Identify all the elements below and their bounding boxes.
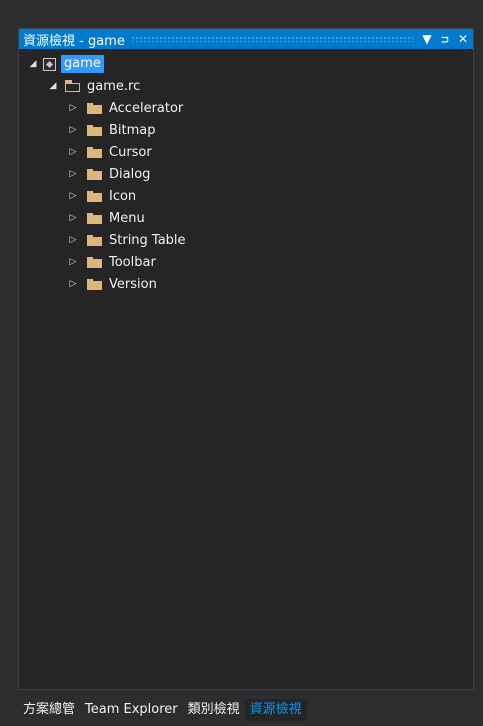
resource-file-icon bbox=[65, 80, 81, 92]
chevron-down-icon[interactable]: ▼ bbox=[419, 31, 435, 47]
tab-resource-view[interactable]: 資源檢視 bbox=[244, 699, 307, 721]
bottom-tab-strip: 方案總管 Team Explorer 類別檢視 資源檢視 bbox=[18, 699, 307, 721]
collapsed-arrow-icon[interactable]: ▷ bbox=[67, 103, 79, 113]
tab-solution-explorer[interactable]: 方案總管 bbox=[18, 699, 80, 721]
collapsed-arrow-icon[interactable]: ▷ bbox=[67, 147, 79, 157]
tree-node-label: game bbox=[61, 55, 104, 73]
resource-tree: ◢ game ◢ game.rc ▷ Accelerator ▷ Bitmap ▷ Cur… bbox=[19, 53, 473, 295]
collapsed-arrow-icon[interactable]: ▷ bbox=[67, 191, 79, 201]
collapsed-arrow-icon[interactable]: ▷ bbox=[67, 257, 79, 267]
collapsed-arrow-icon[interactable]: ▷ bbox=[67, 235, 79, 245]
tree-node-folder[interactable]: ▷ Dialog bbox=[19, 163, 473, 185]
folder-icon bbox=[87, 102, 102, 114]
tree-node-label: Toolbar bbox=[109, 254, 156, 270]
folder-icon bbox=[87, 256, 102, 268]
tree-node-label: game.rc bbox=[87, 78, 141, 94]
project-icon bbox=[43, 57, 56, 71]
panel-titlebar[interactable]: 資源檢視 - game ▼ ᴝ ✕ bbox=[19, 29, 473, 49]
folder-icon bbox=[87, 278, 102, 290]
tree-node-label: Bitmap bbox=[109, 122, 156, 138]
tab-team-explorer[interactable]: Team Explorer bbox=[80, 699, 183, 721]
tree-node-folder[interactable]: ▷ Bitmap bbox=[19, 119, 473, 141]
pin-icon[interactable]: ᴝ bbox=[437, 31, 453, 47]
folder-icon bbox=[87, 234, 102, 246]
folder-icon bbox=[87, 190, 102, 202]
tree-node-folder[interactable]: ▷ Cursor bbox=[19, 141, 473, 163]
collapsed-arrow-icon[interactable]: ▷ bbox=[67, 279, 79, 289]
tree-node-label: Version bbox=[109, 276, 157, 292]
close-icon[interactable]: ✕ bbox=[455, 31, 471, 47]
resource-view-panel: 資源檢視 - game ▼ ᴝ ✕ ◢ game ◢ game.rc ▷ Acce… bbox=[18, 28, 474, 690]
tree-node-folder[interactable]: ▷ Accelerator bbox=[19, 97, 473, 119]
tree-node-label: String Table bbox=[109, 232, 186, 248]
panel-title: 資源檢視 - game bbox=[23, 33, 125, 49]
folder-icon bbox=[87, 146, 102, 158]
tree-node-label: Menu bbox=[109, 210, 145, 226]
expanded-arrow-icon[interactable]: ◢ bbox=[47, 81, 59, 91]
tree-node-label: Cursor bbox=[109, 144, 152, 160]
tree-node-folder[interactable]: ▷ Menu bbox=[19, 207, 473, 229]
tree-node-label: Accelerator bbox=[109, 100, 184, 116]
tree-node-folder[interactable]: ▷ Toolbar bbox=[19, 251, 473, 273]
tree-node-rc-file[interactable]: ◢ game.rc bbox=[19, 75, 473, 97]
tree-node-label: Dialog bbox=[109, 166, 151, 182]
tree-node-folder[interactable]: ▷ String Table bbox=[19, 229, 473, 251]
folder-icon bbox=[87, 212, 102, 224]
folder-icon bbox=[87, 124, 102, 136]
folder-icon bbox=[87, 168, 102, 180]
collapsed-arrow-icon[interactable]: ▷ bbox=[67, 213, 79, 223]
expanded-arrow-icon[interactable]: ◢ bbox=[27, 59, 39, 69]
collapsed-arrow-icon[interactable]: ▷ bbox=[67, 169, 79, 179]
collapsed-arrow-icon[interactable]: ▷ bbox=[67, 125, 79, 135]
tree-node-folder[interactable]: ▷ Version bbox=[19, 273, 473, 295]
tree-node-project[interactable]: ◢ game bbox=[19, 53, 473, 75]
tree-node-folder[interactable]: ▷ Icon bbox=[19, 185, 473, 207]
titlebar-grip[interactable] bbox=[130, 36, 413, 42]
tree-node-label: Icon bbox=[109, 188, 137, 204]
tab-class-view[interactable]: 類別檢視 bbox=[183, 699, 245, 721]
